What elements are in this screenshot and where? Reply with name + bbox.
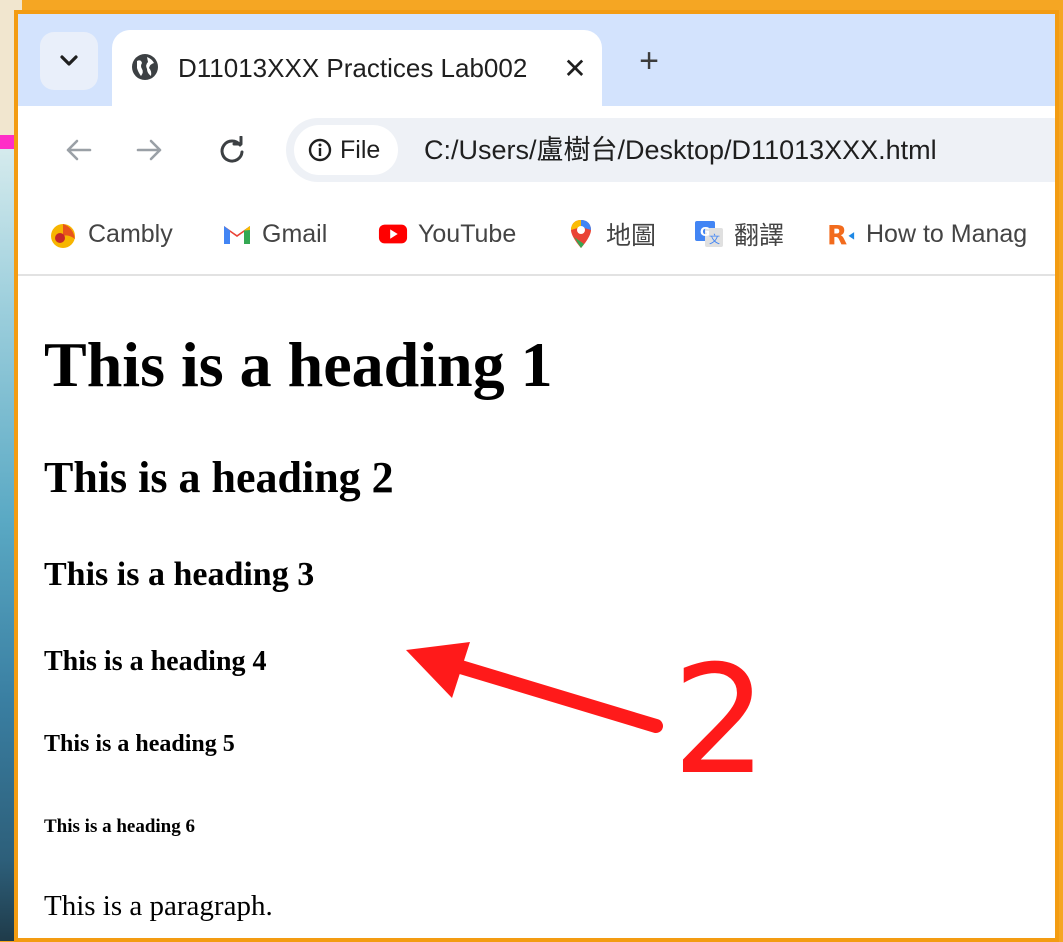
url-text[interactable]: C:/Users/盧樹台/Desktop/D11013XXX.html bbox=[424, 118, 937, 182]
heading-1: This is a heading 1 bbox=[44, 329, 553, 400]
translate-icon: G 文 bbox=[694, 219, 724, 249]
youtube-icon bbox=[378, 219, 408, 249]
info-icon bbox=[308, 138, 332, 162]
reload-icon bbox=[220, 136, 244, 163]
page-content: This is a heading 1 This is a heading 2 … bbox=[18, 276, 1055, 936]
heading-6: This is a heading 6 bbox=[44, 816, 195, 837]
bookmark-maps[interactable]: 地圖 bbox=[566, 214, 656, 254]
bookmark-how-to-manage[interactable]: R How to Manag bbox=[826, 214, 1027, 254]
bookmark-youtube[interactable]: YouTube bbox=[378, 214, 516, 254]
arrow-right-icon bbox=[136, 139, 162, 161]
annotation-number: 2 bbox=[672, 634, 768, 808]
annotation-arrow bbox=[406, 642, 663, 733]
paragraph: This is a paragraph. bbox=[44, 890, 273, 922]
bookmark-translate[interactable]: G 文 翻譯 bbox=[694, 214, 784, 254]
heading-3: This is a heading 3 bbox=[44, 556, 315, 593]
heading-5: This is a heading 5 bbox=[44, 731, 235, 757]
site-info-chip[interactable]: File bbox=[294, 125, 398, 175]
r-icon: R bbox=[826, 219, 856, 249]
tab-search-button[interactable] bbox=[40, 32, 98, 90]
svg-text:R: R bbox=[827, 221, 847, 249]
tab-title: D11013XXX Practices Lab002 bbox=[178, 53, 528, 83]
cambly-icon bbox=[48, 219, 78, 249]
arrow-left-icon bbox=[66, 139, 92, 161]
tab-strip: D11013XXX Practices Lab002 ✕ + bbox=[18, 14, 1055, 106]
new-tab-button[interactable]: + bbox=[632, 44, 666, 78]
forward-button[interactable] bbox=[128, 128, 172, 172]
maps-icon bbox=[566, 219, 596, 249]
heading-4: This is a heading 4 bbox=[44, 646, 267, 677]
bookmark-cambly[interactable]: Cambly bbox=[48, 214, 173, 254]
heading-2: This is a heading 2 bbox=[44, 453, 394, 502]
back-button[interactable] bbox=[56, 128, 100, 172]
address-bar[interactable]: File C:/Users/盧樹台/Desktop/D11013XXX.html bbox=[286, 118, 1055, 182]
active-tab[interactable]: D11013XXX Practices Lab002 ✕ bbox=[112, 30, 602, 106]
reload-button[interactable] bbox=[210, 128, 254, 172]
svg-text:文: 文 bbox=[709, 232, 720, 246]
file-label: File bbox=[340, 135, 381, 164]
close-tab-button[interactable]: ✕ bbox=[560, 50, 590, 86]
gmail-icon bbox=[222, 219, 252, 249]
bookmarks-bar: Cambly Gmail YouTube 地圖 G 文 翻譯 R How to … bbox=[18, 194, 1055, 276]
chevron-down-icon bbox=[60, 55, 78, 66]
navigation-toolbar: File C:/Users/盧樹台/Desktop/D11013XXX.html bbox=[18, 106, 1055, 194]
globe-icon bbox=[132, 54, 158, 80]
browser-window: D11013XXX Practices Lab002 ✕ + File C:/U… bbox=[14, 10, 1059, 942]
bookmark-gmail[interactable]: Gmail bbox=[222, 214, 327, 254]
